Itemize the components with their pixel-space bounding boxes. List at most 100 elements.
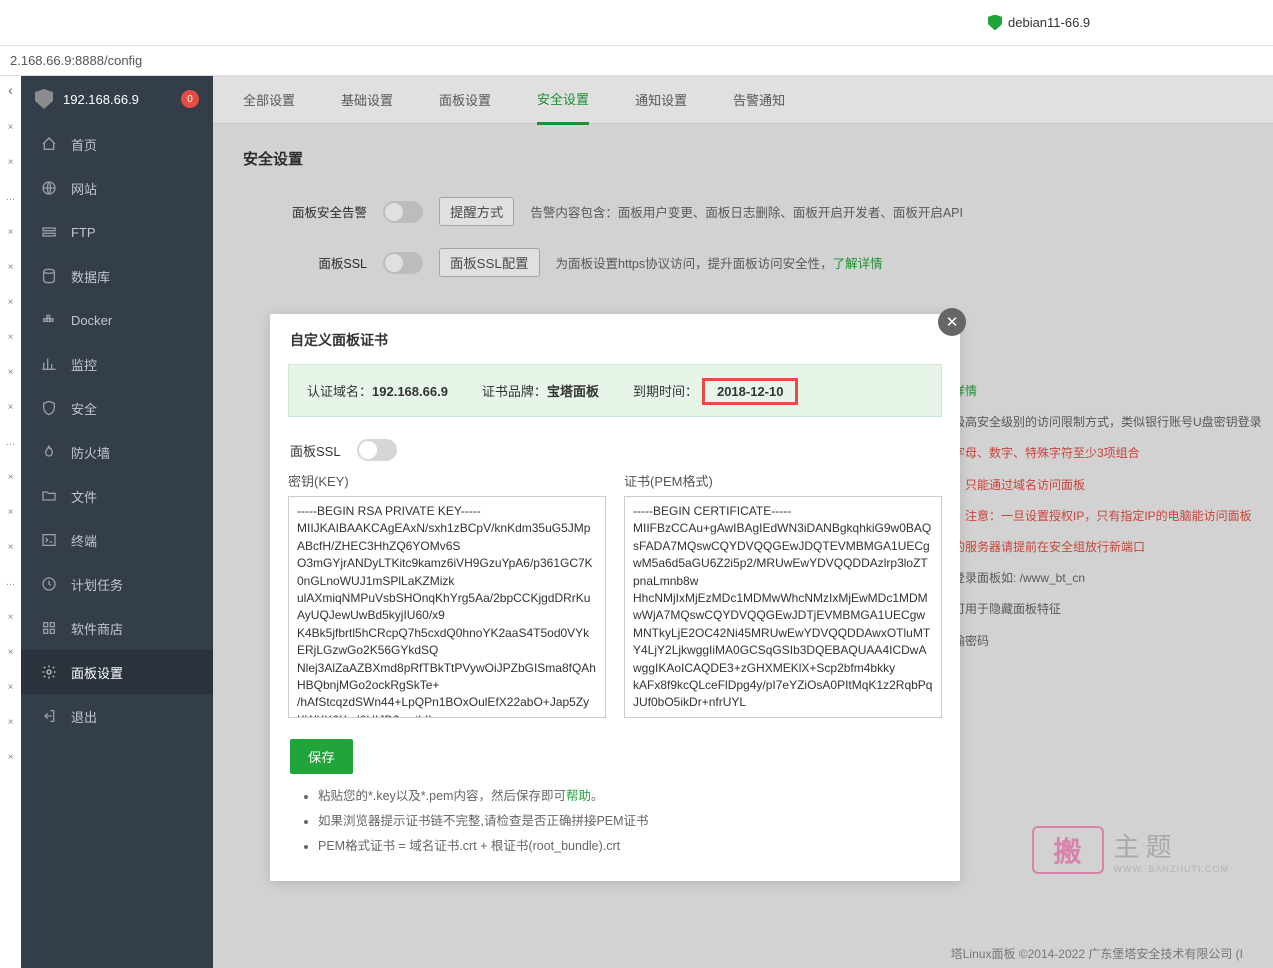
pem-textarea[interactable] (624, 496, 942, 718)
dots-icon: … (6, 437, 16, 448)
home-icon (41, 136, 57, 152)
globe-icon (41, 180, 57, 196)
sidebar-item-security[interactable]: 安全 (21, 386, 213, 430)
url-text: 2.168.66.9:8888/config (10, 53, 142, 68)
cert-domain: 认证域名：192.168.66.9 (307, 381, 448, 400)
modal-hints: 粘贴您的*.key以及*.pem内容，然后保存即可帮助。 如果浏览器提示证书链不… (270, 784, 960, 881)
close-icon[interactable]: × (8, 752, 14, 763)
close-icon[interactable]: ✕ (938, 308, 966, 336)
close-icon[interactable]: × (8, 647, 14, 658)
sidebar-item-database[interactable]: 数据库 (21, 254, 213, 298)
help-link[interactable]: 帮助 (566, 789, 591, 803)
modal-ssl-row: 面板SSL (270, 435, 960, 471)
logo-shield-icon (35, 89, 53, 109)
sidebar-item-label: 数据库 (71, 267, 110, 286)
watermark-text: 主题 WWW. BANZHUTI.COM (1114, 827, 1230, 874)
terminal-icon (41, 532, 57, 548)
watermark-badge: 搬 (1032, 826, 1104, 874)
close-icon[interactable]: × (8, 157, 14, 168)
watermark: 搬 主题 WWW. BANZHUTI.COM (1032, 826, 1230, 874)
sidebar-header: 192.168.66.9 0 (21, 76, 213, 122)
close-icon[interactable]: × (8, 542, 14, 553)
close-icon[interactable]: × (8, 717, 14, 728)
close-icon[interactable]: × (8, 682, 14, 693)
pem-label: 证书(PEM格式) (624, 471, 942, 490)
shield-icon (41, 400, 57, 416)
sidebar-item-docker[interactable]: Docker (21, 298, 213, 342)
sidebar-item-label: 软件商店 (71, 619, 123, 638)
clock-icon (41, 576, 57, 592)
expiry-date-highlighted: 2018-12-10 (702, 378, 799, 405)
sidebar-item-site[interactable]: 网站 (21, 166, 213, 210)
sidebar-item-label: 安全 (71, 399, 97, 418)
close-icon[interactable]: × (8, 367, 14, 378)
sidebar-item-label: 首页 (71, 135, 97, 154)
sidebar-item-label: 文件 (71, 487, 97, 506)
logout-icon (41, 708, 57, 724)
close-icon[interactable]: × (8, 402, 14, 413)
key-label: 密钥(KEY) (288, 471, 606, 490)
gear-icon (41, 664, 57, 680)
close-icon[interactable]: × (8, 297, 14, 308)
folder-icon (41, 488, 57, 504)
dots-icon: … (6, 192, 16, 203)
notification-badge[interactable]: 0 (181, 90, 199, 108)
ftp-icon (41, 224, 57, 240)
sidebar-item-label: 防火墙 (71, 443, 110, 462)
sidebar-item-logout[interactable]: 退出 (21, 694, 213, 738)
close-icon[interactable]: × (8, 612, 14, 623)
back-chevron-icon[interactable]: ‹ (8, 82, 13, 98)
key-textarea[interactable] (288, 496, 606, 718)
sidebar-item-terminal[interactable]: 终端 (21, 518, 213, 562)
docker-icon (41, 312, 57, 328)
hint-item: PEM格式证书 = 域名证书.crt + 根证书(root_bundle).cr… (318, 834, 930, 859)
key-column: 密钥(KEY) (288, 471, 606, 721)
sidebar-item-label: 网站 (71, 179, 97, 198)
sidebar-item-label: 监控 (71, 355, 97, 374)
close-icon[interactable]: × (8, 472, 14, 483)
ssl-cert-modal: ✕ 自定义面板证书 认证域名：192.168.66.9 证书品牌：宝塔面板 到期… (270, 314, 960, 881)
database-icon (41, 268, 57, 284)
cert-columns: 密钥(KEY) 证书(PEM格式) (270, 471, 960, 721)
sidebar-item-monitor[interactable]: 监控 (21, 342, 213, 386)
modal-title: 自定义面板证书 (270, 314, 960, 364)
pem-column: 证书(PEM格式) (624, 471, 942, 721)
sidebar-item-software[interactable]: 软件商店 (21, 606, 213, 650)
hint-item: 粘贴您的*.key以及*.pem内容，然后保存即可帮助。 (318, 784, 930, 809)
close-icon[interactable]: × (8, 122, 14, 133)
hint-item: 如果浏览器提示证书链不完整,请检查是否正确拼接PEM证书 (318, 809, 930, 834)
modal-ssl-label: 面板SSL (290, 441, 341, 460)
sidebar-item-label: 计划任务 (71, 575, 123, 594)
sidebar-item-label: 面板设置 (71, 663, 123, 682)
sidebar-item-label: Docker (71, 313, 112, 328)
left-gutter: ‹ × × … × × × × × × … × × × … × × × × × (0, 76, 21, 968)
sidebar-item-panel-settings[interactable]: 面板设置 (21, 650, 213, 694)
sidebar-item-cron[interactable]: 计划任务 (21, 562, 213, 606)
sidebar-item-files[interactable]: 文件 (21, 474, 213, 518)
close-icon[interactable]: × (8, 332, 14, 343)
sidebar-item-home[interactable]: 首页 (21, 122, 213, 166)
tab-title: debian11-66.9 (1008, 15, 1090, 30)
dots-icon: … (6, 577, 16, 588)
grid-icon (41, 620, 57, 636)
address-bar[interactable]: 2.168.66.9:8888/config (0, 46, 1273, 76)
browser-tab-bar: debian11-66.9 (0, 0, 1273, 46)
sidebar-item-ftp[interactable]: FTP (21, 210, 213, 254)
sidebar-item-label: 终端 (71, 531, 97, 550)
browser-tab[interactable]: debian11-66.9 (988, 15, 1090, 31)
cert-brand: 证书品牌：宝塔面板 (482, 381, 599, 400)
cert-info-banner: 认证域名：192.168.66.9 证书品牌：宝塔面板 到期时间：2018-12… (288, 364, 942, 417)
server-ip: 192.168.66.9 (63, 92, 139, 107)
save-button[interactable]: 保存 (290, 739, 353, 774)
modal-ssl-toggle[interactable] (357, 439, 397, 461)
close-icon[interactable]: × (8, 507, 14, 518)
sidebar: 192.168.66.9 0 首页 网站 FTP 数据库 Docker 监控 安… (21, 76, 213, 968)
tab-shield-icon (988, 15, 1002, 31)
chart-icon (41, 356, 57, 372)
sidebar-item-firewall[interactable]: 防火墙 (21, 430, 213, 474)
close-icon[interactable]: × (8, 262, 14, 273)
fire-icon (41, 444, 57, 460)
cert-expiry: 到期时间：2018-12-10 (633, 381, 799, 400)
close-icon[interactable]: × (8, 227, 14, 238)
sidebar-item-label: 退出 (71, 707, 97, 726)
